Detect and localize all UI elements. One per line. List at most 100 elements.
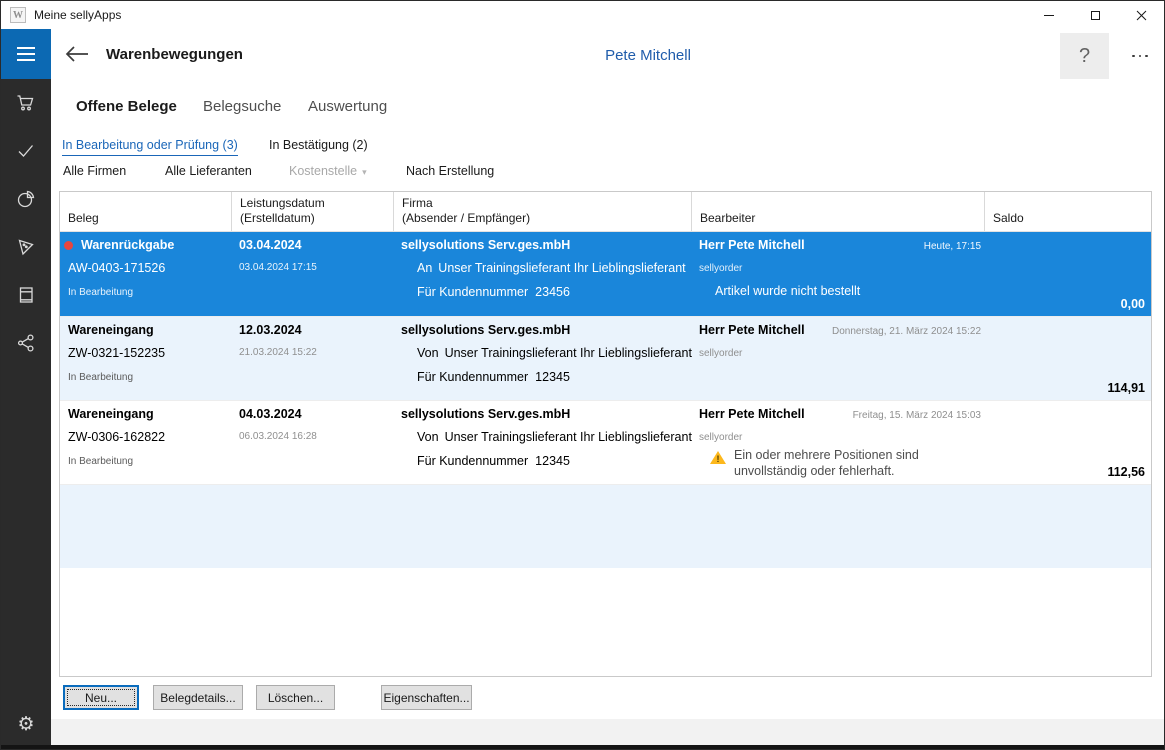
warning-text: Ein oder mehrere Positionen sind unvolls…: [734, 448, 919, 478]
cell-leistungsdatum: 12.03.2024 21.03.2024 15:22: [231, 317, 393, 400]
warning-icon: !: [710, 451, 726, 465]
note-text: Artikel wurde nicht bestellt: [715, 284, 861, 298]
filter-alle-firmen[interactable]: Alle Firmen: [63, 164, 126, 178]
back-button[interactable]: [63, 42, 91, 68]
document-status: In Bearbeitung: [68, 372, 134, 383]
cell-firma: sellysolutions Serv.ges.mbH Von Unser Tra…: [393, 317, 692, 400]
document-status: In Bearbeitung: [68, 456, 134, 467]
saldo-value: 112,56: [1107, 465, 1145, 479]
sidebar-item-book[interactable]: [1, 271, 51, 319]
new-button[interactable]: Neu...: [63, 685, 139, 710]
editor-name: Herr Pete Mitchell: [699, 323, 805, 337]
company-name: sellysolutions Serv.ges.mbH: [401, 323, 571, 337]
sidebar-item-flag[interactable]: [1, 223, 51, 271]
page-title: Warenbewegungen: [106, 46, 243, 63]
column-header-saldo: Saldo: [984, 192, 1151, 231]
table-row[interactable]: Wareneingang ZW-0306-162822 In Bearbeitu…: [60, 400, 1151, 484]
table-header: Beleg Leistungsdatum (Erstelldatum) Firma…: [60, 192, 1151, 232]
status-dot-icon: [64, 240, 73, 250]
minimize-icon: [1044, 14, 1054, 16]
service-date: 04.03.2024: [239, 407, 302, 421]
created-date: 03.04.2024 17:15: [239, 262, 317, 273]
column-header-beleg: Beleg: [68, 211, 99, 225]
hamburger-icon: [17, 47, 35, 49]
cell-firma: sellysolutions Serv.ges.mbH An Unser Trai…: [393, 232, 691, 316]
document-list: Warenrückgabe AW-0403-171526 In Bearbeit…: [60, 232, 1151, 484]
cell-firma: sellysolutions Serv.ges.mbH Von Unser Tra…: [393, 401, 692, 484]
partner-line: An Unser Trainingslieferant Ihr Lieblings…: [417, 261, 686, 275]
more-icon: [1132, 54, 1135, 58]
table-row[interactable]: Warenrückgabe AW-0403-171526 In Bearbeit…: [60, 232, 1151, 316]
more-button[interactable]: [1117, 33, 1163, 79]
customer-line: Für Kundennummer 12345: [417, 370, 570, 384]
direction-label: Von: [417, 346, 439, 360]
belegdetails-button[interactable]: Belegdetails...: [153, 685, 243, 710]
delete-button[interactable]: Löschen...: [256, 685, 335, 710]
pie-chart-icon: [17, 190, 35, 208]
partner-line: Von Unser Trainingslieferant Ihr Liebling…: [417, 430, 692, 444]
row-timestamp: Freitag, 15. März 2024 15:03: [852, 410, 981, 421]
maximize-button[interactable]: [1072, 1, 1118, 29]
book-icon: [19, 287, 33, 303]
cart-icon: [17, 95, 34, 111]
tab-offene-belege[interactable]: Offene Belege: [76, 98, 177, 115]
document-type-label: Wareneingang: [68, 407, 154, 421]
close-button[interactable]: [1118, 1, 1164, 29]
help-button[interactable]: ?: [1060, 33, 1109, 79]
app-icon[interactable]: W: [10, 7, 26, 23]
editor-name: Herr Pete Mitchell: [699, 238, 805, 252]
row-timestamp: Donnerstag, 21. März 2024 15:22: [832, 326, 981, 337]
customer-label: Für Kundennummer: [417, 454, 529, 468]
tab-auswertung[interactable]: Auswertung: [308, 98, 387, 115]
cell-leistungsdatum: 03.04.2024 03.04.2024 17:15: [231, 232, 393, 316]
direction-label: Von: [417, 430, 439, 444]
cell-beleg: Wareneingang ZW-0321-152235 In Bearbeitu…: [60, 317, 231, 400]
settings-button[interactable]: ⚙: [1, 707, 51, 741]
sidebar-item-share[interactable]: [1, 319, 51, 367]
customer-number: 12345: [535, 370, 570, 384]
partner-name: Unser Trainingslieferant Ihr Lieblingsli…: [438, 261, 686, 275]
cell-beleg: Wareneingang ZW-0306-162822 In Bearbeitu…: [60, 401, 231, 484]
caption-buttons: [1026, 1, 1164, 29]
partner-name: Unser Trainingslieferant Ihr Lieblingsli…: [444, 346, 692, 360]
cell-leistungsdatum: 04.03.2024 06.03.2024 16:28: [231, 401, 393, 484]
filter-nach-erstellung[interactable]: Nach Erstellung: [406, 164, 494, 178]
document-status: In Bearbeitung: [68, 287, 134, 298]
created-date: 21.03.2024 15:22: [239, 347, 317, 358]
filter-in-bearbeitung[interactable]: In Bearbeitung oder Prüfung (3): [62, 138, 238, 156]
empty-row-stripe: [60, 484, 1151, 568]
sidebar-item-pie-chart[interactable]: [1, 175, 51, 223]
maximize-icon: [1090, 10, 1100, 20]
customer-line: Für Kundennummer 23456: [417, 285, 570, 299]
editor-name: Herr Pete Mitchell: [699, 407, 805, 421]
partner-line: Von Unser Trainingslieferant Ihr Liebling…: [417, 346, 692, 360]
created-date: 06.03.2024 16:28: [239, 431, 317, 442]
flag-icon: [18, 239, 34, 256]
filter-kostenstelle[interactable]: Kostenstelle ▾: [289, 164, 367, 178]
customer-label: Für Kundennummer: [417, 370, 529, 384]
partner-name: Unser Trainingslieferant Ihr Lieblingsli…: [444, 430, 692, 444]
app-window: W Meine sellyApps ⚙ Warenbewegungen Pete…: [0, 0, 1165, 750]
properties-button[interactable]: Eigenschaften...: [381, 685, 472, 710]
filter-in-bestaetigung[interactable]: In Bestätigung (2): [269, 138, 368, 155]
table-row[interactable]: Wareneingang ZW-0321-152235 In Bearbeitu…: [60, 316, 1151, 400]
filter-alle-lieferanten[interactable]: Alle Lieferanten: [165, 164, 252, 178]
sidebar-item-check[interactable]: [1, 127, 51, 175]
customer-number: 12345: [535, 454, 570, 468]
saldo-value: 114,91: [1107, 381, 1145, 395]
column-header-leistungsdatum: Leistungsdatum (Erstelldatum): [231, 192, 393, 231]
tab-belegsuche[interactable]: Belegsuche: [203, 98, 281, 115]
sidebar-item-cart[interactable]: [1, 79, 51, 127]
document-table: Beleg Leistungsdatum (Erstelldatum) Firma…: [59, 191, 1152, 677]
editor-app: sellyorder: [699, 432, 743, 443]
sidebar: ⚙: [1, 29, 51, 749]
gear-icon: ⚙: [17, 713, 35, 735]
warning: ! Ein oder mehrere Positionen sind unvol…: [710, 447, 950, 479]
bottom-strip: [51, 719, 1164, 747]
document-number: AW-0403-171526: [68, 261, 166, 275]
user-name[interactable]: Pete Mitchell: [605, 47, 691, 64]
minimize-button[interactable]: [1026, 1, 1072, 29]
hamburger-menu-button[interactable]: [1, 29, 51, 79]
document-type: Warenrückgabe: [64, 238, 174, 252]
customer-number: 23456: [535, 285, 570, 299]
